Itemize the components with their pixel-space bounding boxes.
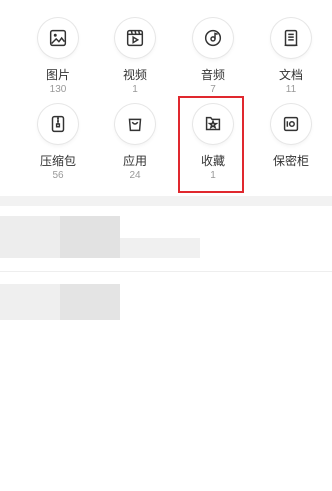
- redacted-block: [60, 216, 120, 258]
- video-icon: [115, 18, 155, 58]
- redacted-block: [60, 284, 120, 320]
- category-grid: 图片 130 视频 1 音频 7 文档 11 压缩包 56 应用 24 收藏 1…: [0, 0, 332, 196]
- category-audio[interactable]: 音频 7: [178, 18, 248, 96]
- list-item[interactable]: [0, 284, 130, 320]
- category-count: 11: [285, 84, 297, 95]
- document-icon: [271, 18, 311, 58]
- category-count: 56: [52, 170, 64, 181]
- redacted-block: [0, 216, 60, 258]
- redacted-block: [120, 238, 200, 258]
- category-apps[interactable]: 应用 24: [100, 104, 170, 182]
- category-videos[interactable]: 视频 1: [100, 18, 170, 96]
- category-label: 图片: [45, 68, 70, 82]
- bag-icon: [115, 104, 155, 144]
- category-count: 7: [210, 84, 216, 95]
- section-divider: [0, 196, 332, 206]
- category-label: 视频: [122, 68, 147, 82]
- favorites-highlight-box: [178, 96, 244, 193]
- category-label: 应用: [122, 154, 147, 168]
- zip-icon: [38, 104, 78, 144]
- category-label: 文档: [278, 68, 303, 82]
- category-label: 压缩包: [39, 154, 76, 168]
- category-images[interactable]: 图片 130: [23, 18, 93, 96]
- category-count: 24: [129, 170, 141, 181]
- category-docs[interactable]: 文档 11: [256, 18, 326, 96]
- category-safe[interactable]: 保密柜: [256, 104, 326, 170]
- category-label: 保密柜: [272, 154, 309, 168]
- safe-icon: [271, 104, 311, 144]
- category-count: 1: [132, 84, 138, 95]
- list-separator: [0, 271, 332, 272]
- image-icon: [38, 18, 78, 58]
- list-item[interactable]: [0, 216, 210, 258]
- redacted-block: [0, 284, 60, 320]
- music-disc-icon: [193, 18, 233, 58]
- category-archives[interactable]: 压缩包 56: [23, 104, 93, 182]
- category-count: 130: [49, 84, 67, 95]
- category-label: 音频: [200, 68, 225, 82]
